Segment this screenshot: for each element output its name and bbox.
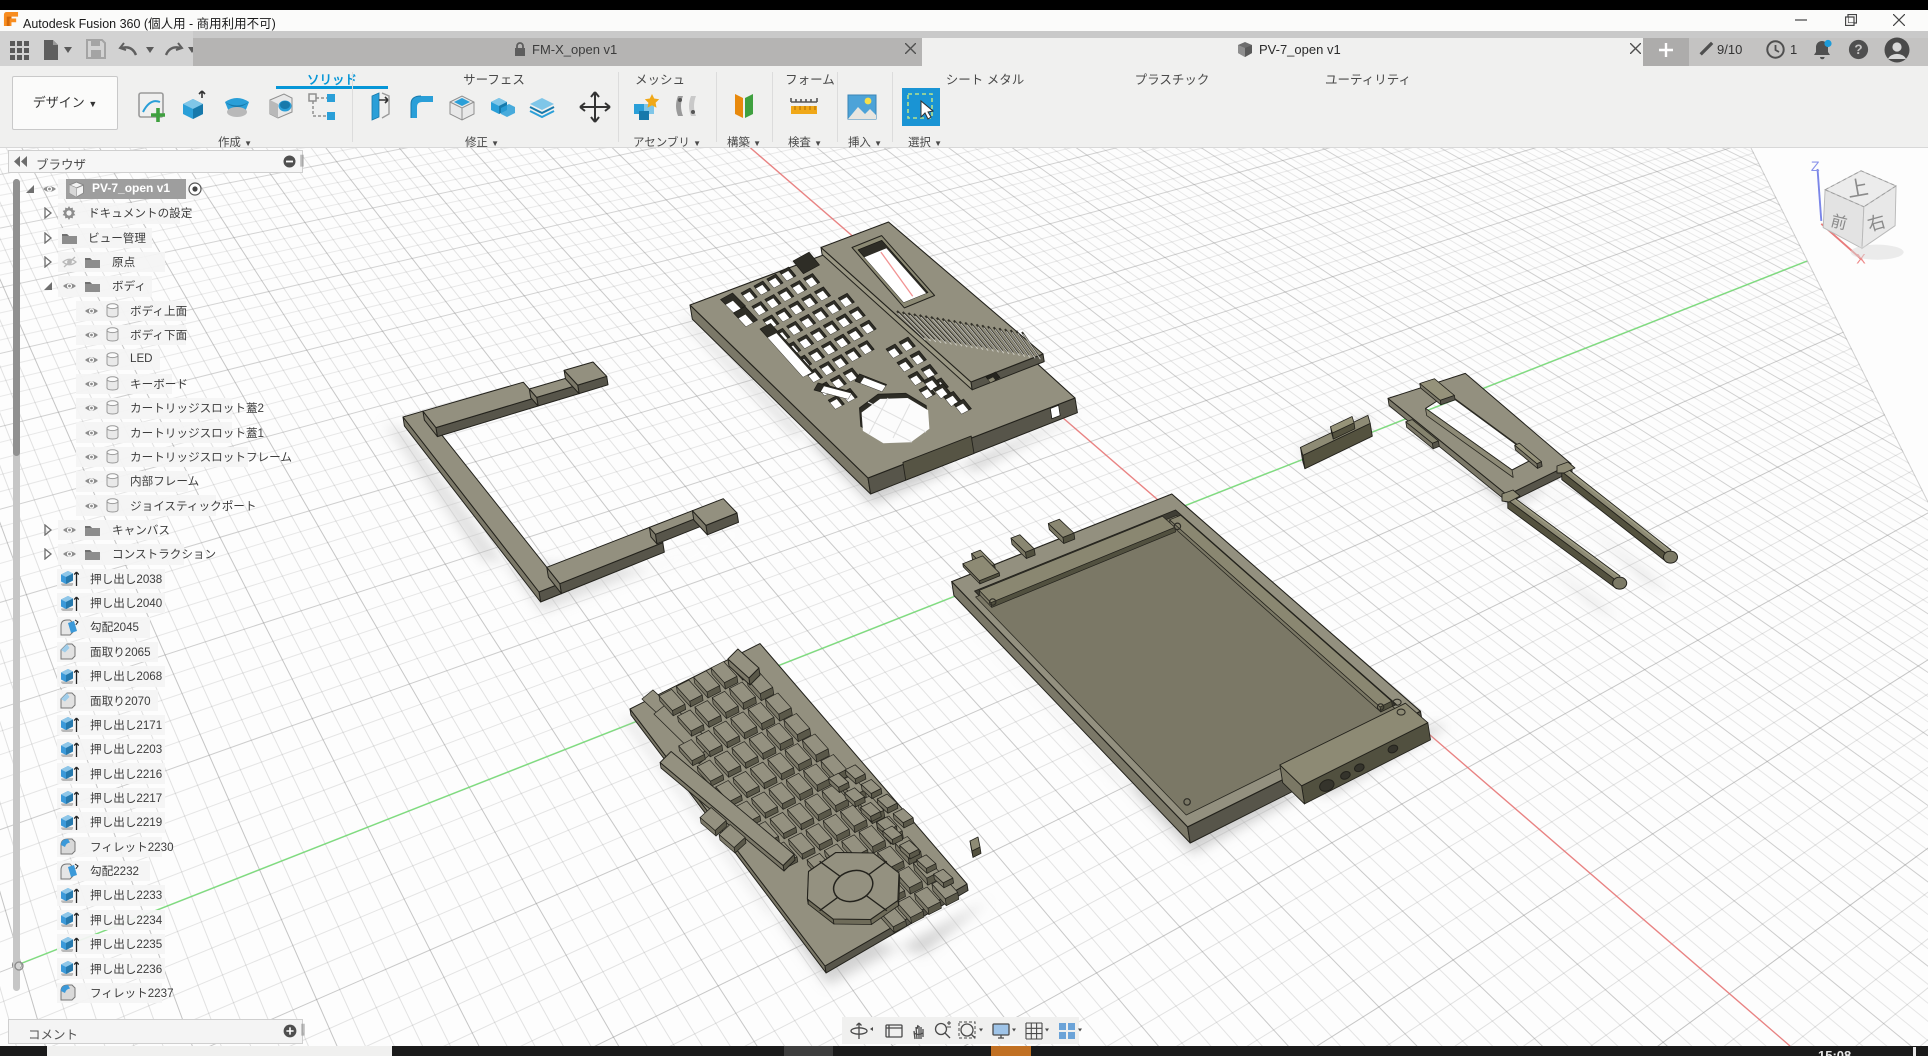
svg-text:上: 上 (1846, 176, 1870, 202)
svg-text:Z: Z (1811, 159, 1820, 175)
svg-text:?: ? (1854, 42, 1862, 57)
